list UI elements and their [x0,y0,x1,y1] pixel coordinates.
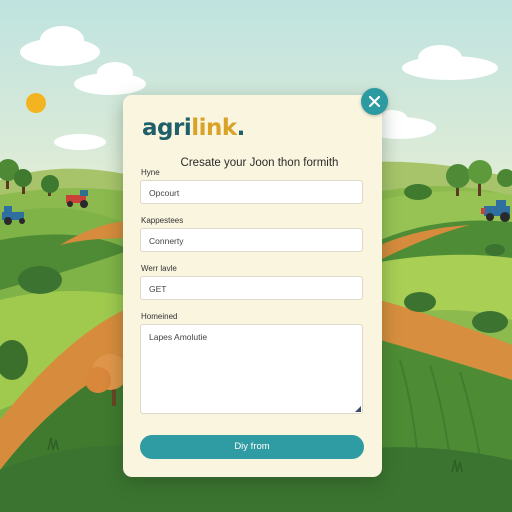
field-label-werr-lavle: Werr lavle [141,264,177,273]
field-label-kappestees: Kappestees [141,216,184,225]
field-label-hyne: Hyne [141,168,160,177]
close-button[interactable] [361,88,388,115]
hyne-input[interactable]: Opcourt [140,180,363,204]
create-form-modal: agrilink. Cresate your Joon thon formith… [123,88,388,477]
homeined-textarea[interactable]: Lapes Amolutie [140,324,363,414]
close-icon [369,96,380,107]
resize-grip-icon[interactable] [355,406,361,412]
logo-text-dot: . [236,115,246,141]
werr-lavle-input[interactable]: GET [140,276,363,300]
kappestees-input[interactable]: Connerty [140,228,363,252]
submit-form-button[interactable]: Diy from [140,435,364,459]
logo-text-accent: link [191,115,237,141]
field-label-homeined: Homeined [141,312,178,321]
homeined-textarea-text: Lapes Amolutie [149,332,208,342]
form-title: Cresate your Joon thon formith [180,157,339,169]
logo-text-main: agri [142,115,192,141]
agrilink-logo: agrilink. [142,115,245,141]
